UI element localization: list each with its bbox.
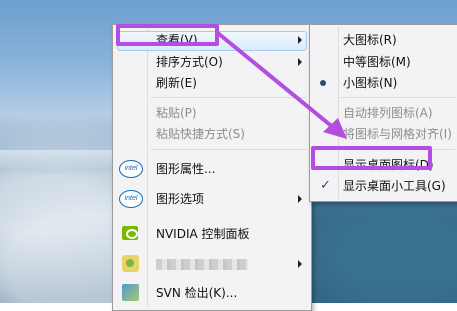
menu-item-label: 排序方式(O) xyxy=(156,55,223,69)
menu-item-label: 粘贴(P) xyxy=(156,106,197,120)
menu-item-sort-by[interactable]: 排序方式(O) xyxy=(113,52,311,72)
submenu-item-show-desktop-icons[interactable]: 显示桌面图标(D) xyxy=(310,155,457,175)
menu-item-label: 自动排列图标(A) xyxy=(343,106,433,120)
menu-item-paste[interactable]: 粘贴(P) xyxy=(113,103,311,123)
menu-item-label: 查看(V) xyxy=(156,33,198,47)
menu-separator xyxy=(151,149,307,150)
svn-icon xyxy=(122,284,139,301)
submenu-item-align-to-grid[interactable]: 将图标与网格对齐(I) xyxy=(310,124,457,144)
tool-icon xyxy=(122,255,139,272)
menu-item-label: 显示桌面小工具(G) xyxy=(343,179,446,193)
radio-bullet-icon xyxy=(320,80,326,86)
menu-item-highlight xyxy=(117,31,307,51)
nvidia-icon xyxy=(122,226,138,240)
submenu-arrow-icon xyxy=(298,58,302,66)
menu-item-blurred[interactable] xyxy=(113,254,311,274)
menu-separator xyxy=(340,97,455,98)
checkmark-icon: ✓ xyxy=(320,178,331,193)
menu-item-label: 刷新(E) xyxy=(156,76,197,90)
menu-item-nvidia-control-panel[interactable]: NVIDIA 控制面板 xyxy=(113,224,311,244)
submenu-item-small-icons[interactable]: 小图标(N) xyxy=(310,73,457,93)
menu-item-graphics-properties[interactable]: intel 图形属性... xyxy=(113,159,311,179)
menu-separator xyxy=(151,97,307,98)
menu-item-label: SVN 检出(K)... xyxy=(156,286,238,300)
intel-icon: intel xyxy=(119,160,143,178)
menu-item-label: 粘贴快捷方式(S) xyxy=(156,127,245,141)
desktop-context-menu: 查看(V) 排序方式(O) 刷新(E) 粘贴(P) 粘贴快捷方式(S) inte… xyxy=(112,24,312,311)
submenu-item-large-icons[interactable]: 大图标(R) xyxy=(310,30,457,50)
view-submenu: 大图标(R) 中等图标(M) 小图标(N) 自动排列图标(A) 将图标与网格对齐… xyxy=(309,24,457,202)
menu-item-label: 中等图标(M) xyxy=(343,55,411,69)
submenu-arrow-icon xyxy=(298,260,302,268)
menu-item-label: 小图标(N) xyxy=(343,76,398,90)
intel-icon: intel xyxy=(119,190,143,208)
submenu-item-show-desktop-gadgets[interactable]: ✓ 显示桌面小工具(G) xyxy=(310,176,457,196)
menu-item-label: 图形选项 xyxy=(156,192,205,206)
submenu-item-auto-arrange[interactable]: 自动排列图标(A) xyxy=(310,103,457,123)
wallpaper-horizon xyxy=(0,150,120,172)
menu-item-graphics-options[interactable]: intel 图形选项 xyxy=(113,189,311,209)
submenu-item-medium-icons[interactable]: 中等图标(M) xyxy=(310,52,457,72)
menu-item-paste-shortcut[interactable]: 粘贴快捷方式(S) xyxy=(113,124,311,144)
menu-item-label: 图形属性... xyxy=(156,162,216,176)
menu-item-label: 显示桌面图标(D) xyxy=(343,158,434,172)
menu-item-label: 大图标(R) xyxy=(343,33,397,47)
blurred-label xyxy=(156,259,248,270)
submenu-arrow-icon xyxy=(298,36,302,44)
submenu-arrow-icon xyxy=(298,195,302,203)
menu-item-svn-checkout[interactable]: SVN 检出(K)... xyxy=(113,283,311,303)
menu-item-label: 将图标与网格对齐(I) xyxy=(343,127,452,141)
menu-item-view[interactable]: 查看(V) xyxy=(113,30,311,51)
menu-separator xyxy=(340,149,455,150)
menu-item-refresh[interactable]: 刷新(E) xyxy=(113,73,311,93)
menu-item-label: NVIDIA 控制面板 xyxy=(156,227,250,241)
